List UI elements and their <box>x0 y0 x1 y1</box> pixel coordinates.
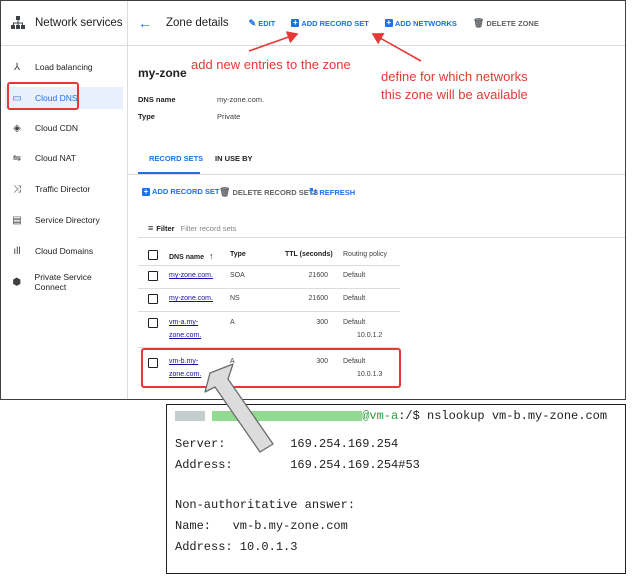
connector-arrow <box>204 363 274 453</box>
